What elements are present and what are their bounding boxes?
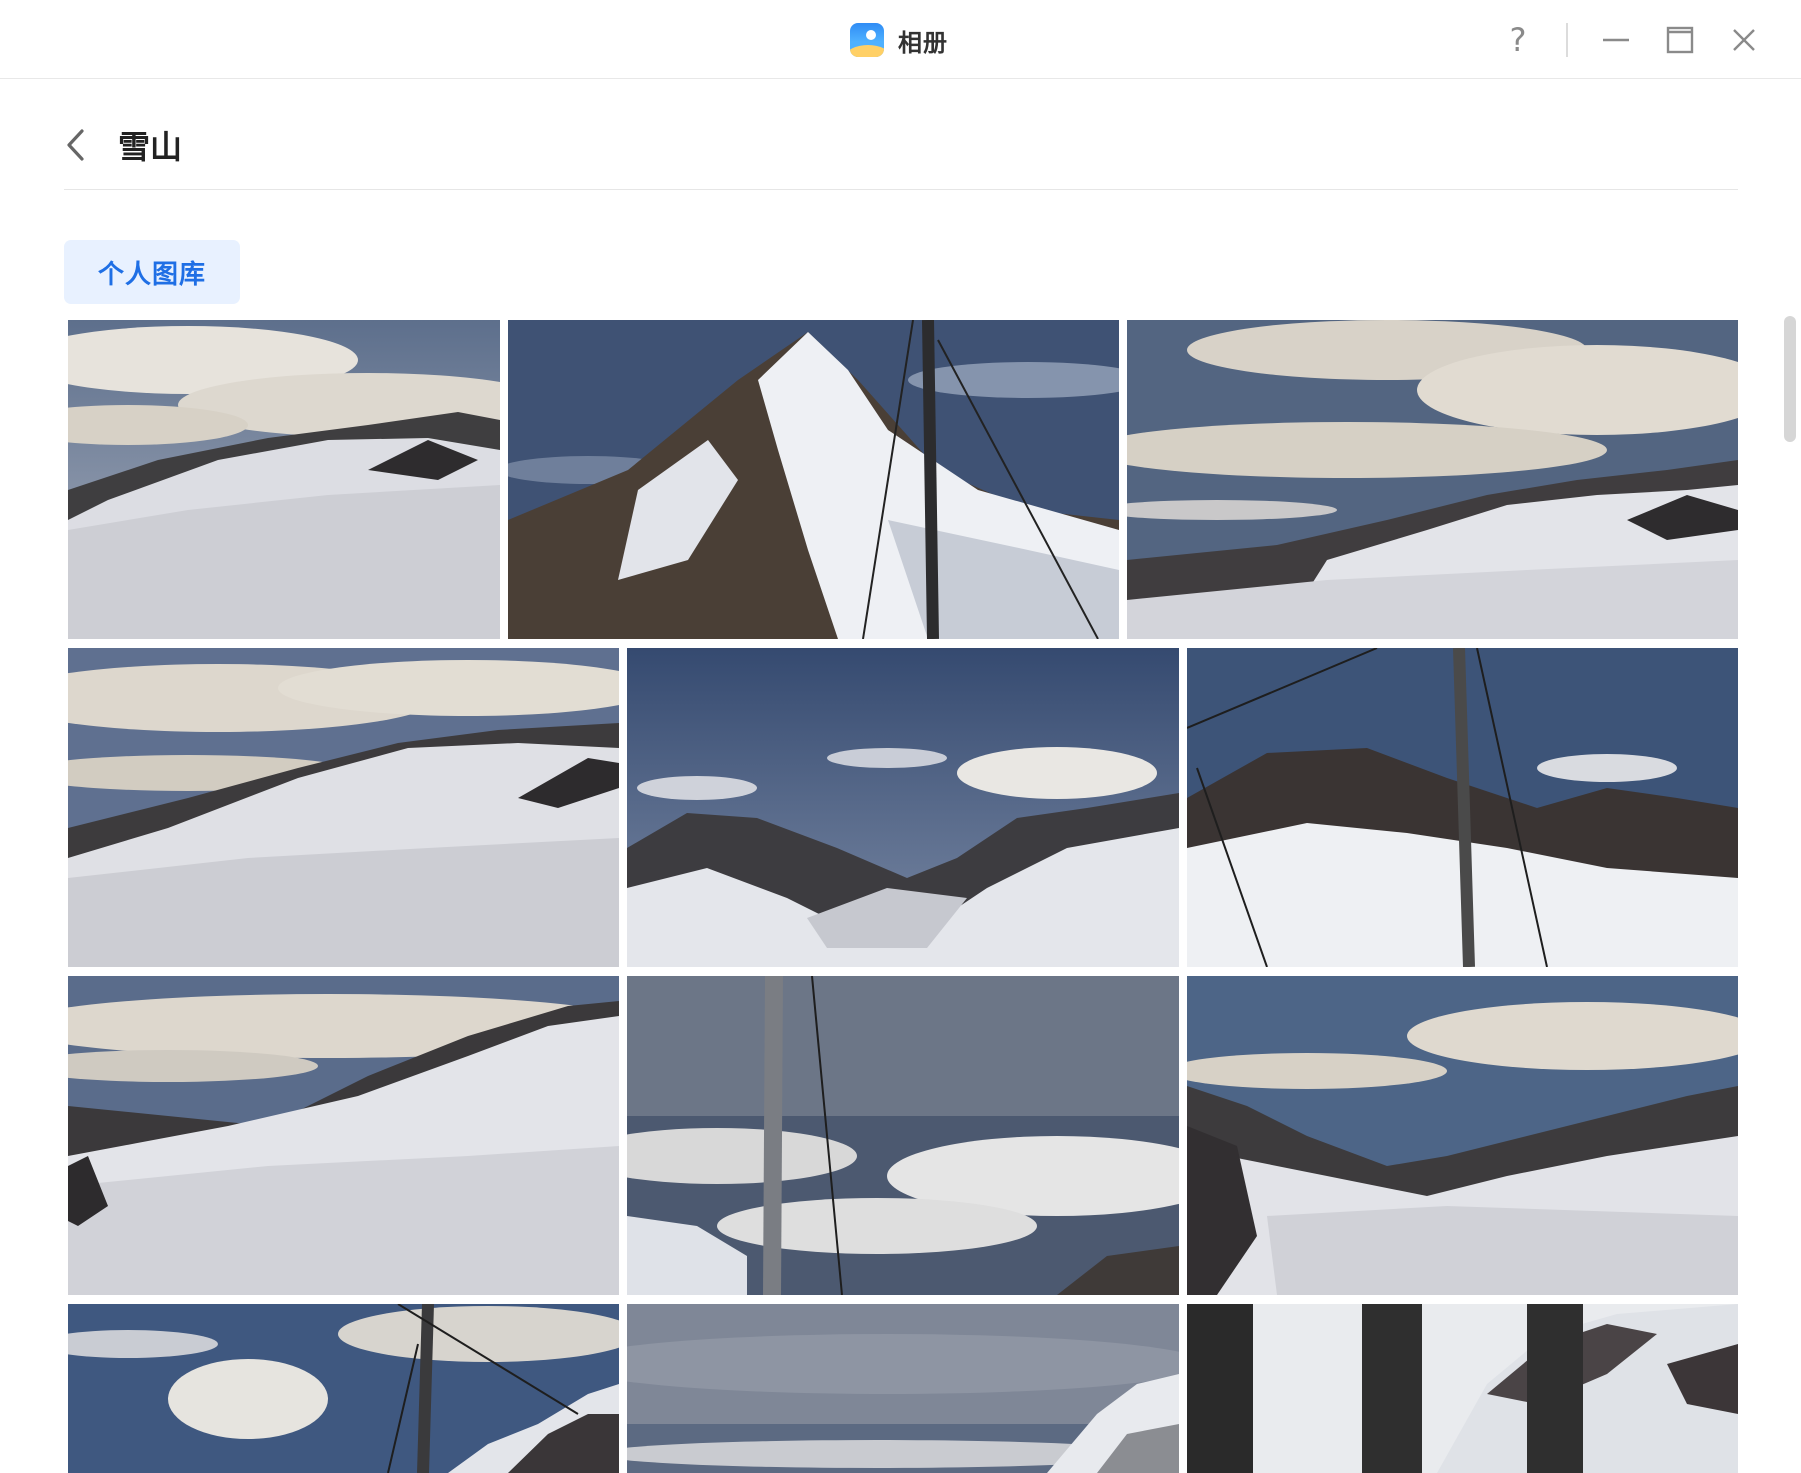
- scrollbar-thumb[interactable]: [1784, 316, 1796, 442]
- app-title: 相册: [898, 28, 948, 57]
- title-bar-separator: [1566, 23, 1568, 57]
- maximize-button[interactable]: [1658, 18, 1702, 62]
- photos-app-icon: [850, 23, 884, 57]
- close-button[interactable]: [1722, 18, 1766, 62]
- photo-thumbnail[interactable]: [1187, 1304, 1738, 1473]
- title-bar: 相册 ?: [0, 0, 1801, 79]
- photo-thumbnail[interactable]: [68, 1304, 619, 1473]
- photo-thumbnail[interactable]: [627, 648, 1179, 967]
- help-icon: ?: [1509, 21, 1527, 59]
- photo-thumbnail[interactable]: [68, 648, 619, 967]
- back-button[interactable]: [64, 118, 104, 172]
- photo-thumbnail[interactable]: [627, 1304, 1179, 1473]
- minimize-button[interactable]: [1594, 18, 1638, 62]
- app-title-group: 相册: [850, 21, 948, 59]
- photo-thumbnail[interactable]: [68, 976, 619, 1295]
- album-header: 雪山: [64, 118, 182, 172]
- minimize-icon: [1603, 38, 1629, 42]
- chevron-left-icon: [67, 129, 84, 161]
- photos-window: 相册 ? 雪山 个人图库: [0, 0, 1801, 1473]
- tab-personal-library[interactable]: 个人图库: [64, 240, 240, 304]
- photo-thumbnail[interactable]: [627, 976, 1179, 1295]
- maximize-icon: [1666, 26, 1694, 54]
- photo-thumbnail[interactable]: [1187, 976, 1738, 1295]
- page-title: 雪山: [118, 128, 183, 166]
- header-divider: [64, 189, 1738, 190]
- photo-thumbnail[interactable]: [1127, 320, 1738, 639]
- help-button[interactable]: ?: [1496, 18, 1540, 62]
- photo-thumbnail[interactable]: [68, 320, 500, 639]
- close-icon: [1733, 29, 1755, 51]
- photo-thumbnail[interactable]: [508, 320, 1119, 639]
- photo-thumbnail[interactable]: [1187, 648, 1738, 967]
- scrollbar-track[interactable]: [1782, 79, 1801, 1473]
